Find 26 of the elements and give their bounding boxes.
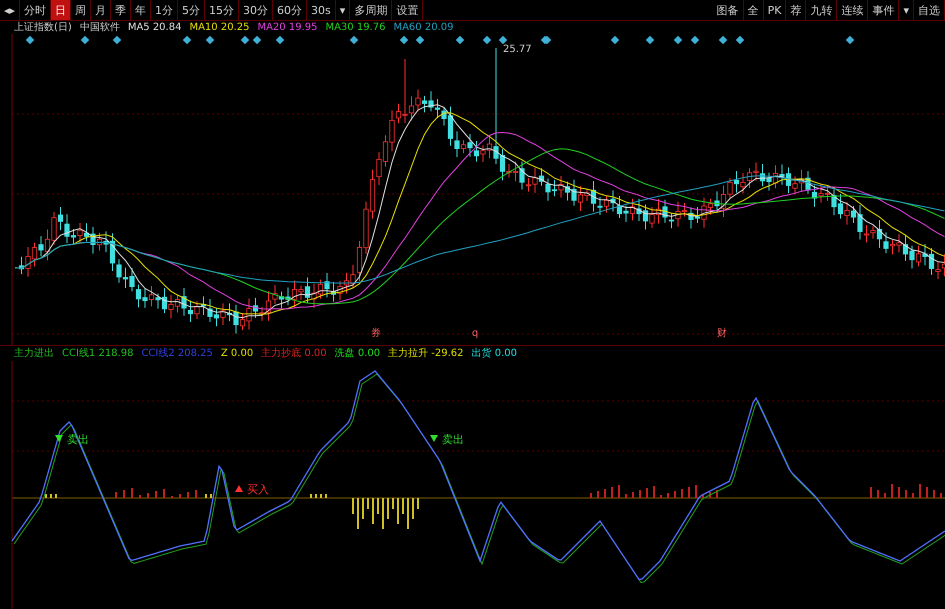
sell-signal-label: 卖出 <box>67 433 89 446</box>
event-mark: q <box>472 328 478 339</box>
legend-label: MA20 19.95 <box>257 21 318 34</box>
legend-label: 洗盘 0.00 <box>334 346 380 361</box>
legend-label: 主力抄底 0.00 <box>261 346 327 361</box>
down-triangle-icon <box>55 435 63 442</box>
legend-label: 上证指数(日) <box>14 21 72 34</box>
legend-label: 主力拉升 -29.62 <box>388 346 464 361</box>
up-triangle-icon <box>235 485 243 492</box>
legend-label: CCI线1 218.98 <box>62 346 134 361</box>
period-tab[interactable]: 日 <box>51 0 72 20</box>
sell-signal-label: 卖出 <box>442 433 464 446</box>
legend-label: MA30 19.76 <box>325 21 386 34</box>
legend-label: MA10 20.25 <box>189 21 250 34</box>
legend-label: MA5 20.84 <box>128 21 182 34</box>
legend-label: 出货 0.00 <box>472 346 517 361</box>
buy-signal-label: 买入 <box>247 483 269 496</box>
legend-label: 中国软件 <box>80 21 120 34</box>
event-mark: 财 <box>717 328 727 339</box>
legend-label: MA60 20.09 <box>393 21 454 34</box>
legend-label: 主力进出 <box>14 346 54 361</box>
event-mark: 券 <box>371 328 381 339</box>
legend-label: Z 0.00 <box>220 347 254 361</box>
price-label: 25.77 <box>503 44 532 55</box>
down-triangle-icon <box>430 435 438 442</box>
legend-label: CCI线2 208.25 <box>141 346 213 361</box>
